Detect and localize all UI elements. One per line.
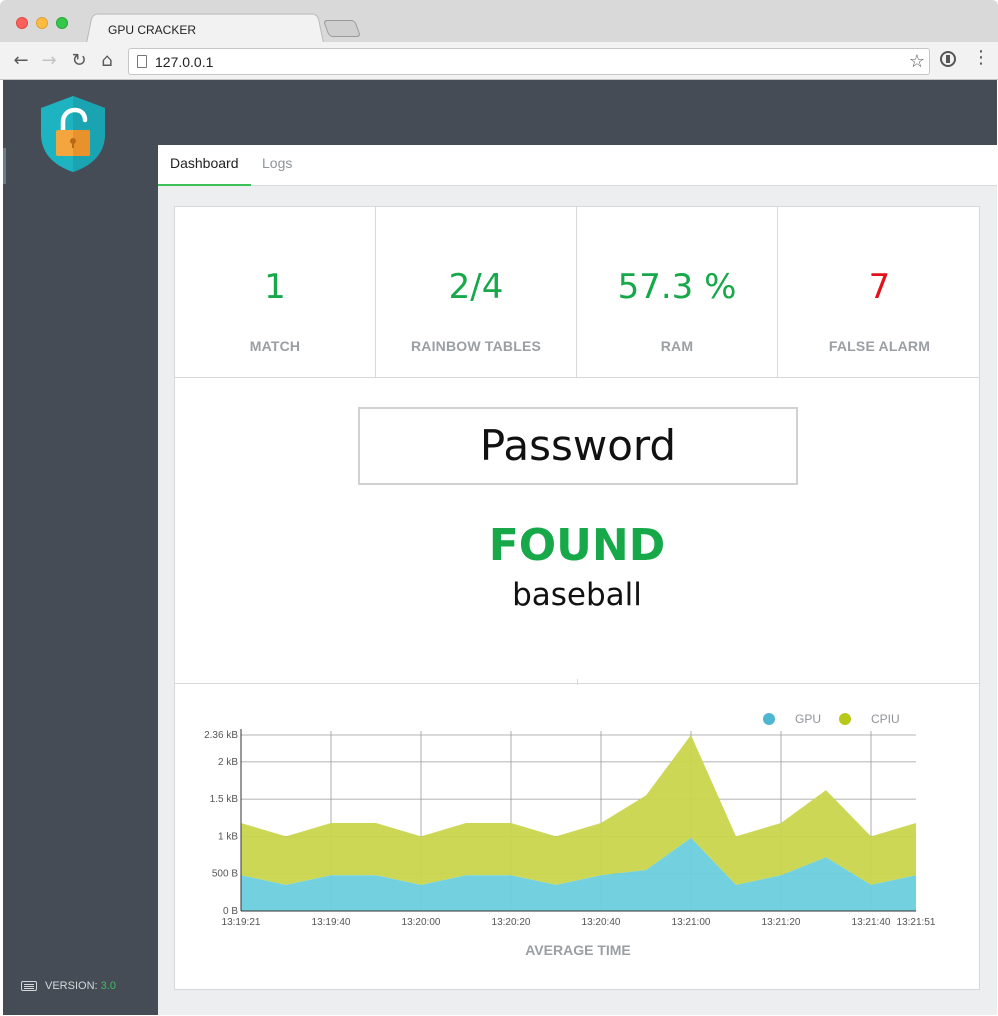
shield-unlocked-padlock-icon[interactable] [39,94,107,174]
x-tick-label: 13:21:20 [762,917,801,928]
version-number: 3.0 [100,980,116,992]
close-window-button[interactable] [16,17,28,29]
x-tick-label: 13:20:00 [402,917,441,928]
legend-swatch-cpiu [839,713,851,725]
stat-false-alarm-value: 7 [868,267,891,307]
found-password: baseball [512,577,642,613]
x-tick-label: 13:20:20 [492,917,531,928]
bookmark-star-icon[interactable]: ☆ [909,51,925,72]
x-tick-label: 13:19:40 [312,917,351,928]
y-tick-label: 2.36 kB [204,730,238,741]
back-icon[interactable]: ← [10,50,32,72]
usage-chart: 0 B 500 B 1 kB 1.5 kB 2 kB 2.36 kB 13:19:21 13:… [175,685,979,990]
minimize-window-button[interactable] [36,17,48,29]
x-tick-label: 13:21:40 [852,917,891,928]
legend-swatch-gpu [763,713,775,725]
browser-toolbar: ← → ↻ ⌂ 127.0.0.1 ☆ [0,42,998,80]
y-tick-label: 500 B [212,869,238,880]
sidebar-active-marker [3,148,6,184]
stat-false-alarm: 7 FALSE ALARM [778,207,981,378]
y-tick-label: 1 kB [218,831,238,842]
stat-rainbow-tables: 2/4 RAINBOW TABLES [376,207,577,378]
maximize-window-button[interactable] [56,17,68,29]
dashboard-panel: 1 MATCH 2/4 RAINBOW TABLES 57.3 % RAM 7 … [174,206,980,990]
home-icon[interactable]: ⌂ [96,50,118,72]
stat-false-alarm-label: FALSE ALARM [828,338,931,354]
password-result: Password FOUND baseball [175,378,979,685]
y-tick-label: 2 kB [218,757,238,768]
forward-icon[interactable]: → [38,50,60,72]
legend-label-gpu: GPU [795,712,821,726]
usage-area-chart: 0 B 500 B 1 kB 1.5 kB 2 kB 2.36 kB 13:19:21 13:… [204,712,936,958]
y-tick-label: 0 B [223,906,238,917]
address-bar[interactable]: 127.0.0.1 ☆ [128,48,930,75]
extension-icon[interactable] [940,51,956,67]
found-status: FOUND [488,520,666,571]
x-tick-label: 13:19:21 [222,917,261,928]
menu-icon[interactable]: ⋮ [972,48,990,68]
x-tick-label: 13:21:51 [897,917,936,928]
legend-label-cpiu: CPIU [871,712,900,726]
browser-tab-title: GPU CRACKER [108,23,197,37]
page-icon [137,55,147,68]
x-tick-label: 13:20:40 [582,917,621,928]
stat-match: 1 MATCH [175,207,376,378]
main-content: Dashboard Logs 1 MATCH 2/4 RAINBOW TABLE… [158,145,997,1015]
browser-tabstrip: GPU CRACKER [0,0,998,43]
keyboard-icon [21,981,37,991]
stat-rainbow-tables-label: RAINBOW TABLES [410,338,542,354]
app-root: VERSION: 3.0 Dashboard Logs 1 MATCH 2/4 … [3,80,997,1015]
tab-dashboard[interactable]: Dashboard [158,145,251,186]
new-tab-button[interactable] [322,20,362,37]
tab-logs[interactable]: Logs [250,145,304,186]
password-heading: Password [358,407,798,485]
y-tick-label: 1.5 kB [210,794,239,805]
stat-ram-label: RAM [660,338,694,354]
x-axis-label: AVERAGE TIME [525,942,631,958]
stat-match-value: 1 [264,267,286,307]
url-text[interactable]: 127.0.0.1 [155,54,213,70]
browser-window-chrome: GPU CRACKER ← → ↻ ⌂ 127.0.0.1 ☆ ⋮ [0,0,998,80]
stat-ram-value: 57.3 % [617,267,737,307]
version-label: VERSION: [45,980,98,992]
stat-match-label: MATCH [249,338,301,354]
x-tick-label: 13:21:00 [672,917,711,928]
version-info: VERSION: 3.0 [21,980,116,992]
stat-rainbow-tables-value: 2/4 [448,267,504,307]
stats-row: 1 MATCH 2/4 RAINBOW TABLES 57.3 % RAM 7 … [175,207,979,378]
reload-icon[interactable]: ↻ [68,50,90,72]
sidebar: VERSION: 3.0 [3,80,158,1015]
tabs-bar: Dashboard Logs [158,145,997,186]
stat-ram: 57.3 % RAM [577,207,778,378]
